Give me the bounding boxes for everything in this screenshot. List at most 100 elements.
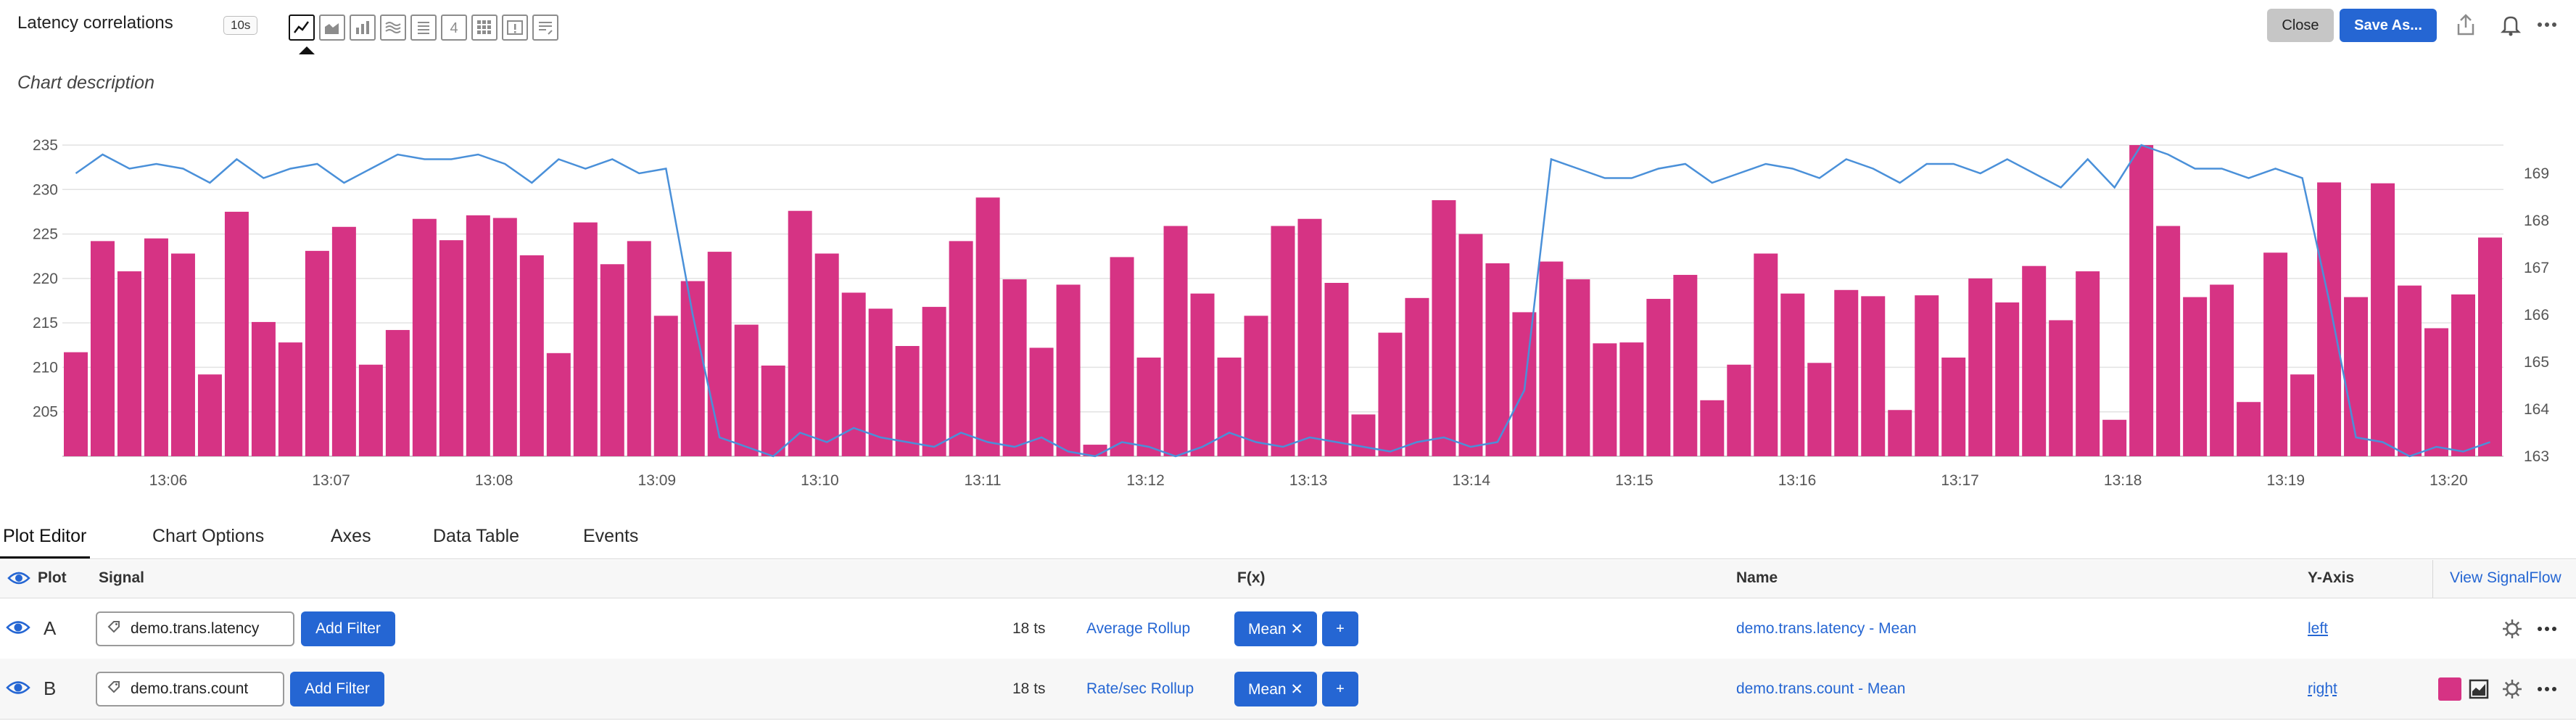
add-function-button[interactable]: + (1322, 672, 1358, 706)
rollup-link[interactable]: Rate/sec Rollup (1086, 680, 1194, 698)
list-icon[interactable] (410, 15, 437, 41)
latency-bar (1861, 296, 1886, 456)
latency-bar (1646, 299, 1671, 456)
latency-bar (814, 253, 839, 456)
latency-bar (2049, 320, 2073, 456)
y-right-tick-label: 167 (2524, 260, 2549, 276)
close-button[interactable]: Close (2267, 9, 2334, 42)
signal-input[interactable]: demo.trans.latency (96, 611, 294, 646)
latency-bar (627, 241, 651, 456)
text-note-icon[interactable] (532, 15, 558, 41)
latency-bar (1056, 284, 1081, 456)
latency-bar (2478, 237, 2502, 456)
latency-bar (788, 210, 812, 456)
tab-plot-editor[interactable]: Plot Editor (3, 526, 86, 547)
event-feed-icon[interactable] (502, 15, 528, 41)
latency-bar (1566, 279, 1590, 456)
latency-bar (251, 321, 276, 456)
latency-bar (1405, 297, 1429, 456)
histogram-icon[interactable] (380, 15, 406, 41)
y-right-tick-label: 169 (2524, 165, 2549, 182)
visibility-eye-icon[interactable] (6, 679, 30, 700)
column-chart-icon[interactable] (350, 15, 376, 41)
latency-bar (1297, 218, 1322, 456)
more-options-icon[interactable] (2532, 10, 2561, 39)
tab-data-table[interactable]: Data Table (433, 526, 519, 547)
y-right-tick-label: 164 (2524, 401, 2549, 418)
latency-bar (1915, 295, 1939, 456)
color-swatch[interactable] (2438, 677, 2461, 701)
latency-bar (358, 364, 383, 456)
add-filter-button[interactable]: Add Filter (301, 611, 395, 646)
latency-bar (2263, 252, 2288, 456)
y-axis-selector[interactable]: right (2308, 680, 2337, 698)
latency-bar (2237, 402, 2261, 456)
signal-input[interactable]: demo.trans.count (96, 672, 284, 706)
alert-bell-icon[interactable] (2496, 10, 2525, 39)
y-left-tick-label: 235 (33, 137, 58, 154)
plot-name[interactable]: demo.trans.count - Mean (1736, 680, 1905, 698)
save-as-button[interactable]: Save As... (2340, 9, 2437, 42)
latency-bar (1217, 357, 1242, 456)
add-filter-button[interactable]: Add Filter (290, 672, 384, 706)
gear-icon[interactable] (2501, 677, 2524, 701)
chart-title[interactable]: Latency correlations (17, 13, 173, 33)
plot-row-b: B demo.trans.count Add Filter 18 ts Rate… (0, 659, 2576, 720)
latency-bar (1834, 289, 1859, 456)
chart-plot-area: 205 210 215 220 225 230 235 163 164 165 166 167 168… (33, 137, 2549, 489)
latency-bar (466, 215, 490, 456)
y-right-tick-label: 166 (2524, 307, 2549, 324)
column-header-signal: Signal (99, 569, 145, 586)
rollup-link[interactable]: Average Rollup (1086, 620, 1190, 638)
view-signalflow-link[interactable]: View SignalFlow (2450, 569, 2561, 587)
resolution-badge: 10s (223, 16, 258, 35)
y-left-tick-label: 215 (33, 315, 58, 331)
heatmap-icon[interactable] (471, 15, 498, 41)
share-icon[interactable] (2451, 10, 2480, 39)
tab-chart-options[interactable]: Chart Options (152, 526, 264, 547)
visibility-eye-icon[interactable] (7, 570, 30, 590)
x-tick-label: 13:18 (2104, 472, 2142, 489)
latency-bar (224, 211, 249, 456)
y-left-tick-label: 210 (33, 359, 58, 376)
more-options-icon[interactable] (2535, 677, 2559, 701)
latency-bar (1888, 410, 1912, 456)
single-value-icon[interactable]: 4 (441, 15, 467, 41)
gear-icon[interactable] (2501, 617, 2524, 640)
svg-text:4: 4 (450, 20, 458, 36)
latency-bar (1110, 257, 1134, 456)
plot-letter: B (44, 677, 57, 699)
visibility-eye-icon[interactable] (6, 619, 30, 640)
plot-name[interactable]: demo.trans.latency - Mean (1736, 620, 1917, 638)
x-tick-label: 13:07 (312, 472, 350, 489)
y-axis-selector[interactable]: left (2308, 620, 2328, 638)
y-left-tick-label: 220 (33, 271, 58, 287)
chart-description[interactable]: Chart description (17, 73, 154, 94)
latency-bar (600, 264, 624, 456)
latency-bar (2371, 183, 2395, 456)
function-mean-chip[interactable]: Mean ✕ (1234, 611, 1317, 646)
tab-events[interactable]: Events (583, 526, 638, 547)
latency-bar (2344, 297, 2369, 456)
y-right-tick-label: 168 (2524, 213, 2549, 229)
y-right-tick-label: 163 (2524, 448, 2549, 465)
area-chart-icon[interactable] (319, 15, 345, 41)
plot-letter: A (44, 617, 57, 639)
function-mean-chip[interactable]: Mean ✕ (1234, 672, 1317, 706)
latency-bar (2398, 285, 2422, 456)
latency-bar (1593, 343, 1617, 456)
latency-bar (278, 342, 302, 456)
timeseries-count: 18 ts (1012, 680, 1046, 697)
tab-axes[interactable]: Axes (331, 526, 371, 547)
add-function-button[interactable]: + (1322, 611, 1358, 646)
signal-value: demo.trans.latency (131, 620, 260, 637)
latency-bar (2424, 328, 2449, 456)
line-chart-icon[interactable] (289, 15, 315, 41)
latency-bar (492, 218, 517, 456)
latency-bar (573, 222, 598, 456)
tag-icon (107, 680, 120, 698)
latency-bar (975, 197, 1000, 456)
more-options-icon[interactable] (2535, 617, 2559, 640)
latency-bar (2022, 265, 2047, 456)
chart-type-icon[interactable] (2467, 677, 2490, 701)
